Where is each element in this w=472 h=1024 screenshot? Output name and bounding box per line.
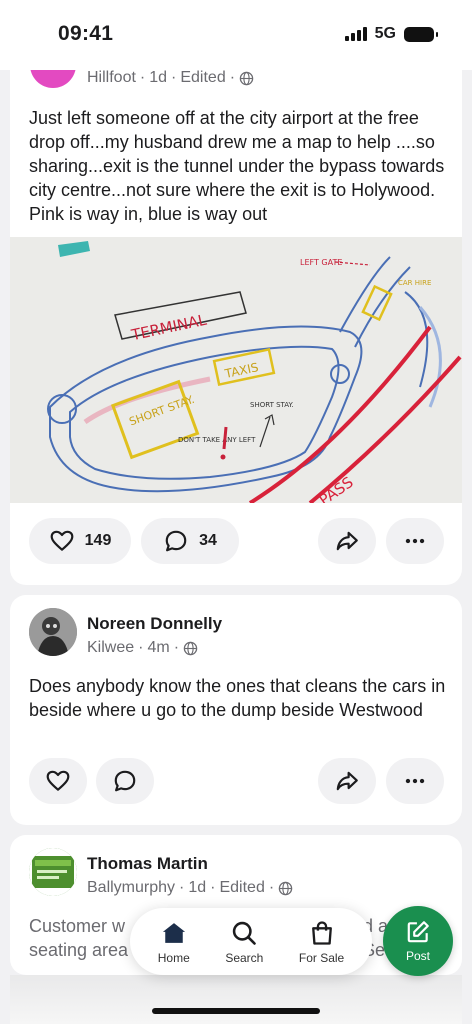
- share-icon: [336, 531, 358, 551]
- post-image-map[interactable]: TERMINAL TAXIS SHORT STAY. SHORT STAY. D…: [10, 237, 462, 503]
- globe-icon: [278, 881, 293, 895]
- author-name[interactable]: Noreen Donnelly: [87, 614, 222, 634]
- globe-icon: [239, 71, 254, 85]
- post-location[interactable]: Ballymurphy: [87, 879, 175, 897]
- edited-label: Edited: [180, 69, 226, 86]
- compose-icon: [407, 921, 429, 943]
- comment-count: 34: [199, 532, 217, 549]
- like-button[interactable]: [29, 758, 87, 804]
- post-meta: Hillfoot · 1d · Edited ·: [87, 69, 254, 87]
- post-meta: Ballymurphy · 1d · Edited ·: [87, 879, 293, 897]
- battery-icon: [404, 26, 438, 42]
- post-age: 4m: [147, 639, 170, 656]
- more-options-button[interactable]: [386, 518, 444, 564]
- globe-icon: [183, 641, 198, 655]
- signal-icon: [344, 27, 367, 41]
- status-indicators: 5G: [344, 25, 438, 43]
- nav-for-sale-label: For Sale: [298, 950, 345, 965]
- author-name[interactable]: Thomas Martin: [87, 854, 208, 874]
- post-card[interactable]: Noreen Donnelly Kilwee · 4m · Does anybo…: [10, 595, 462, 825]
- edited-label: Edited: [219, 879, 265, 896]
- shopping-bag-icon: [311, 920, 332, 945]
- share-button[interactable]: [318, 758, 376, 804]
- nav-home[interactable]: Home: [158, 919, 190, 965]
- share-icon: [336, 771, 358, 791]
- nav-home-label: Home: [157, 950, 190, 965]
- author-avatar[interactable]: [29, 608, 77, 656]
- heart-icon: [50, 530, 74, 551]
- bottom-nav: Home Search For Sale: [130, 908, 372, 975]
- nav-search[interactable]: Search: [225, 919, 263, 965]
- hand-drawn-map: TERMINAL TAXIS SHORT STAY. SHORT STAY. D…: [10, 237, 462, 503]
- post-age: 1d: [149, 69, 168, 86]
- home-icon: [162, 922, 185, 943]
- comment-icon: [165, 530, 187, 552]
- home-indicator: [152, 1008, 320, 1014]
- next-post-preview: [10, 975, 462, 1024]
- nav-for-sale[interactable]: For Sale: [299, 919, 344, 965]
- post-location[interactable]: Kilwee: [87, 639, 134, 657]
- comment-icon: [114, 770, 136, 792]
- post-card[interactable]: Hillfoot · 1d · Edited · Just left someo…: [10, 40, 462, 585]
- like-count: 149: [84, 532, 112, 549]
- like-button[interactable]: 149: [29, 518, 131, 564]
- more-icon: [405, 538, 425, 544]
- status-bar: 09:41 5G: [0, 0, 472, 70]
- post-age: 1d: [188, 879, 207, 896]
- share-button[interactable]: [318, 518, 376, 564]
- comment-button[interactable]: 34: [141, 518, 239, 564]
- map-label-dont-take: DON'T TAKE ANY LEFT: [178, 436, 256, 444]
- post-body: Does anybody know the ones that cleans t…: [29, 676, 446, 720]
- post-button[interactable]: Post: [383, 906, 453, 976]
- comment-button[interactable]: [96, 758, 154, 804]
- heart-icon: [46, 770, 70, 791]
- status-time: 09:41: [58, 22, 114, 45]
- author-avatar[interactable]: [29, 848, 77, 896]
- post-button-label: Post: [405, 949, 430, 963]
- post-meta: Kilwee · 4m ·: [87, 639, 198, 657]
- search-icon: [233, 921, 257, 945]
- network-type: 5G: [374, 25, 396, 42]
- map-label-car-hire: CAR HIRE: [398, 279, 431, 287]
- nav-search-label: Search: [225, 950, 264, 965]
- avatar-image: [29, 848, 77, 896]
- avatar-image: [29, 608, 77, 656]
- post-body: Just left someone off at the city airpor…: [29, 108, 445, 224]
- more-options-button[interactable]: [386, 758, 444, 804]
- post-location[interactable]: Hillfoot: [87, 69, 136, 87]
- map-label-short-stay-arrow: SHORT STAY.: [250, 401, 294, 409]
- more-icon: [405, 778, 425, 784]
